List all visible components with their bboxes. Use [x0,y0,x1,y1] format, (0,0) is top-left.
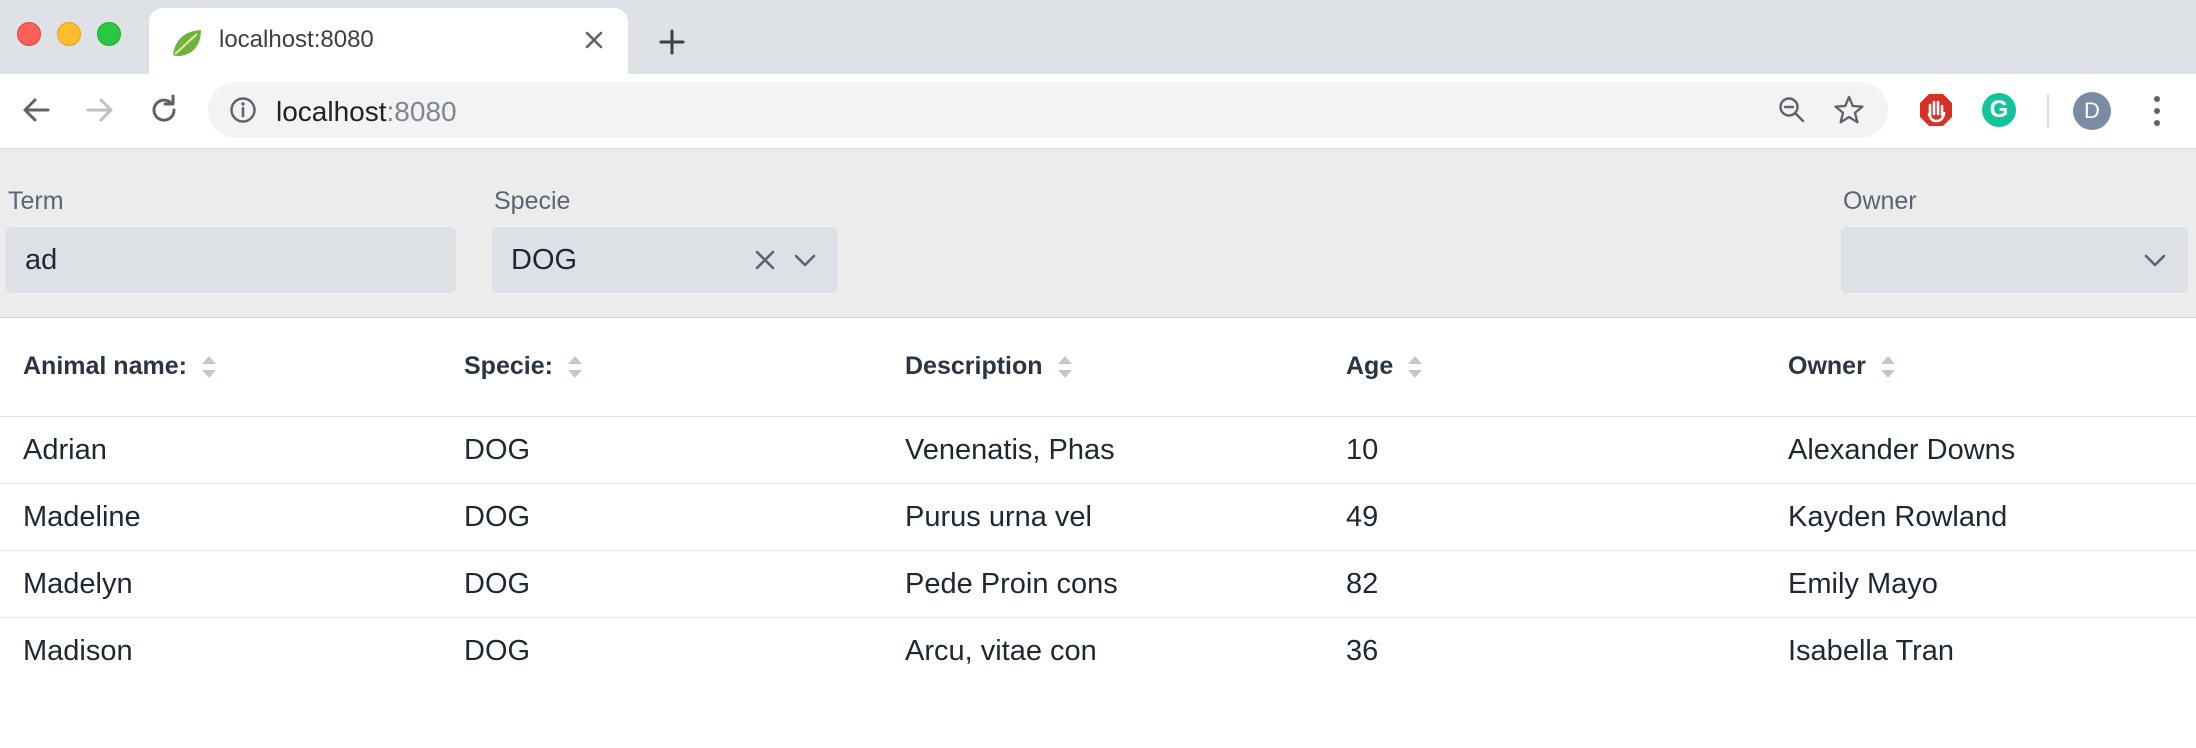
tab-close-icon[interactable] [580,26,608,54]
column-header-label: Description [905,352,1043,380]
column-header-specie[interactable]: Specie: [464,352,583,381]
cell-specie: DOG [464,434,531,466]
grid-header: Animal name: Specie: Description Age Own… [0,318,2196,417]
sort-icon[interactable] [1057,354,1073,380]
column-header-age[interactable]: Age [1346,352,1423,381]
column-header-label: Owner [1788,352,1866,380]
cell-owner: Isabella Tran [1788,635,1955,667]
cell-age: 36 [1346,635,1379,667]
term-label: Term [8,187,64,215]
cell-specie: DOG [464,501,531,533]
cell-specie: DOG [464,635,531,667]
reload-icon[interactable] [144,90,184,130]
column-header-label: Animal name: [23,352,187,380]
toolbar-divider [2047,94,2049,128]
cell-owner: Kayden Rowland [1788,501,2008,533]
owner-combobox[interactable] [1841,227,2188,293]
cell-animal-name: Adrian [23,434,107,466]
sort-icon[interactable] [201,354,217,380]
specie-label: Specie [494,187,571,215]
term-field[interactable] [6,227,456,293]
forward-arrow-icon[interactable] [80,90,120,130]
address-port: :8080 [386,96,457,127]
browser-tab[interactable]: localhost:8080 [149,8,628,74]
address-url: localhost:8080 [276,96,457,128]
column-header-label: Specie: [464,352,553,380]
cell-owner: Emily Mayo [1788,568,1938,600]
term-input[interactable] [25,244,456,277]
zoom-out-icon[interactable] [1776,94,1808,126]
table-row[interactable]: Madelyn DOG Pede Proin cons 82 Emily May… [0,551,2196,618]
cell-owner: Alexander Downs [1788,434,2016,466]
column-header-owner[interactable]: Owner [1788,352,1896,381]
sort-icon[interactable] [1880,354,1896,380]
cell-age: 82 [1346,568,1379,600]
cell-description: Venenatis, Phas [905,434,1115,466]
window-close-button[interactable] [17,22,41,46]
column-header-description[interactable]: Description [905,352,1073,381]
table-row[interactable]: Madeline DOG Purus urna vel 49 Kayden Ro… [0,484,2196,551]
address-bar[interactable]: localhost:8080 [208,82,1888,138]
back-arrow-icon[interactable] [16,90,56,130]
animals-grid: Animal name: Specie: Description Age Own… [0,318,2196,684]
chevron-down-icon[interactable] [792,249,818,271]
column-header-animal-name[interactable]: Animal name: [23,352,217,381]
grammarly-extension-icon[interactable]: G [1982,93,2016,127]
cell-animal-name: Madison [23,635,133,667]
adblock-extension-icon[interactable] [1918,92,1954,128]
cell-animal-name: Madeline [23,501,141,533]
bookmark-star-icon[interactable] [1832,93,1866,127]
sort-icon[interactable] [567,354,583,380]
tab-title: localhost:8080 [219,26,374,53]
grid-body: Adrian DOG Venenatis, Phas 10 Alexander … [0,417,2196,684]
browser-tabstrip: localhost:8080 [0,0,2196,74]
cell-specie: DOG [464,568,531,600]
profile-avatar[interactable]: D [2073,92,2111,130]
spring-leaf-icon [173,30,201,56]
window-maximize-button[interactable] [97,22,121,46]
cell-description: Purus urna vel [905,501,1092,533]
cell-description: Arcu, vitae con [905,635,1097,667]
browser-toolbar: localhost:8080 G D [0,74,2196,149]
site-info-icon[interactable] [228,95,258,125]
specie-combobox[interactable]: DOG [492,227,838,293]
filter-bar: Term Specie DOG Owner [0,149,2196,318]
cell-animal-name: Madelyn [23,568,133,600]
address-host: localhost [276,96,387,127]
new-tab-icon[interactable] [652,22,692,62]
cell-description: Pede Proin cons [905,568,1118,600]
cell-age: 49 [1346,501,1379,533]
cell-age: 10 [1346,434,1379,466]
table-row[interactable]: Madison DOG Arcu, vitae con 36 Isabella … [0,618,2196,684]
more-menu-icon[interactable] [2150,92,2164,130]
chevron-down-icon[interactable] [2142,249,2168,271]
clear-icon[interactable] [752,247,778,273]
column-header-label: Age [1346,352,1394,380]
sort-icon[interactable] [1407,354,1423,380]
table-row[interactable]: Adrian DOG Venenatis, Phas 10 Alexander … [0,417,2196,484]
window-minimize-button[interactable] [57,22,81,46]
owner-label: Owner [1843,187,1917,215]
specie-value: DOG [511,244,578,276]
